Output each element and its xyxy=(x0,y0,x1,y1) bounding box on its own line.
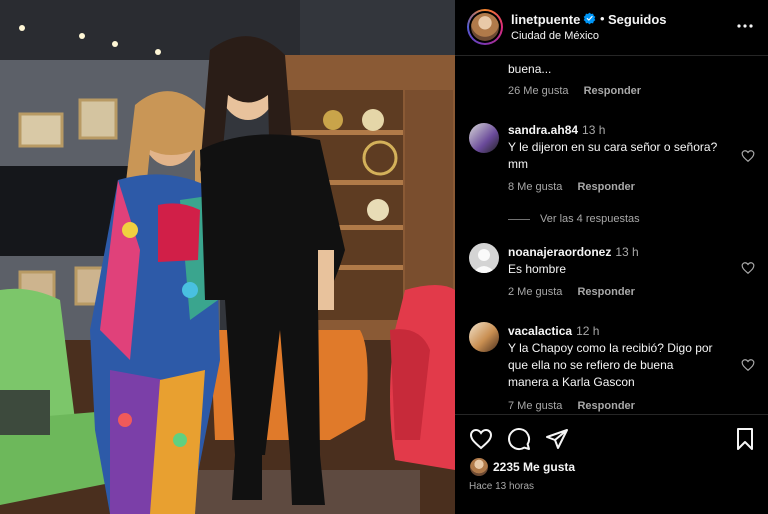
commenter-avatar[interactable] xyxy=(469,322,499,352)
likes-count[interactable]: 2235 Me gusta xyxy=(493,460,575,474)
paper-plane-icon[interactable] xyxy=(545,427,569,451)
comment-heart-icon[interactable] xyxy=(741,358,755,372)
comment-text: buena... xyxy=(508,62,552,76)
reply-button[interactable]: Responder xyxy=(584,85,641,97)
bookmark-icon[interactable] xyxy=(733,427,757,451)
comment-time[interactable]: 13 h xyxy=(582,123,605,137)
post-photo-illustration xyxy=(0,0,455,514)
default-avatar-icon xyxy=(473,249,495,273)
comment-meta: 26 Me gusta Responder xyxy=(508,85,653,97)
post-header: linetpuente • Seguidos Ciudad de México xyxy=(455,0,768,56)
comment-heart-icon[interactable] xyxy=(741,149,755,163)
commenter-username[interactable]: vacalactica xyxy=(508,324,572,338)
comment-meta: 8 Me gusta Responder xyxy=(508,181,647,193)
comment-text: Y le dijeron en su cara señor o señora? xyxy=(508,140,718,154)
author-avatar[interactable] xyxy=(467,9,503,45)
verified-badge-icon xyxy=(583,12,596,25)
comment-likes[interactable]: 8 Me gusta xyxy=(508,181,562,193)
comment-likes[interactable]: 2 Me gusta xyxy=(508,286,562,298)
reply-button[interactable]: Responder xyxy=(577,400,634,412)
comment-meta: 7 Me gusta Responder xyxy=(508,400,647,412)
commenter-avatar[interactable] xyxy=(469,243,499,273)
view-replies-button[interactable]: Ver las 4 respuestas xyxy=(508,213,640,225)
comment-header: sandra.ah84 13 h xyxy=(508,122,732,139)
comment-time[interactable]: 12 h xyxy=(576,324,599,338)
heart-icon[interactable] xyxy=(469,427,493,451)
comment-likes[interactable]: 7 Me gusta xyxy=(508,400,562,412)
post-sidebar: linetpuente • Seguidos Ciudad de México … xyxy=(455,0,768,514)
comments-list[interactable]: buena... 26 Me gusta Responder sandra.ah… xyxy=(455,57,768,414)
separator-dot: • xyxy=(600,11,605,26)
liker-avatar[interactable] xyxy=(470,458,488,476)
comment-meta: 2 Me gusta Responder xyxy=(508,286,647,298)
comment-likes[interactable]: 26 Me gusta xyxy=(508,85,569,97)
comment-heart-icon[interactable] xyxy=(741,261,755,275)
post-location[interactable]: Ciudad de México xyxy=(511,30,599,42)
post-actions: 2235 Me gusta Hace 13 horas xyxy=(455,414,768,514)
replies-line xyxy=(508,218,530,220)
comment-text: mm xyxy=(508,157,528,171)
comment-time[interactable]: 13 h xyxy=(615,245,638,259)
reply-button[interactable]: Responder xyxy=(577,286,634,298)
comment-text: manera a Karla Gascon xyxy=(508,375,635,389)
author-username[interactable]: linetpuente xyxy=(511,12,580,27)
commenter-username[interactable]: noanajeraordonez xyxy=(508,245,611,259)
reply-button[interactable]: Responder xyxy=(577,181,634,193)
comment-header: vacalactica 12 h xyxy=(508,323,732,340)
comment-text: que ella no se refiero de buena xyxy=(508,358,674,372)
follow-status-button[interactable]: Seguidos xyxy=(608,12,667,27)
commenter-username[interactable]: sandra.ah84 xyxy=(508,123,578,137)
view-replies-label: Ver las 4 respuestas xyxy=(540,213,640,225)
comment-text: Es hombre xyxy=(508,262,567,276)
post-timestamp[interactable]: Hace 13 horas xyxy=(469,481,534,492)
comment-text: Y la Chapoy como la recibió? Digo por xyxy=(508,341,713,355)
more-options-icon[interactable] xyxy=(733,14,757,38)
comment-bubble-icon[interactable] xyxy=(507,427,531,451)
post-photo[interactable] xyxy=(0,0,455,514)
commenter-avatar[interactable] xyxy=(469,123,499,153)
comment-header: noanajeraordonez 13 h xyxy=(508,244,732,261)
